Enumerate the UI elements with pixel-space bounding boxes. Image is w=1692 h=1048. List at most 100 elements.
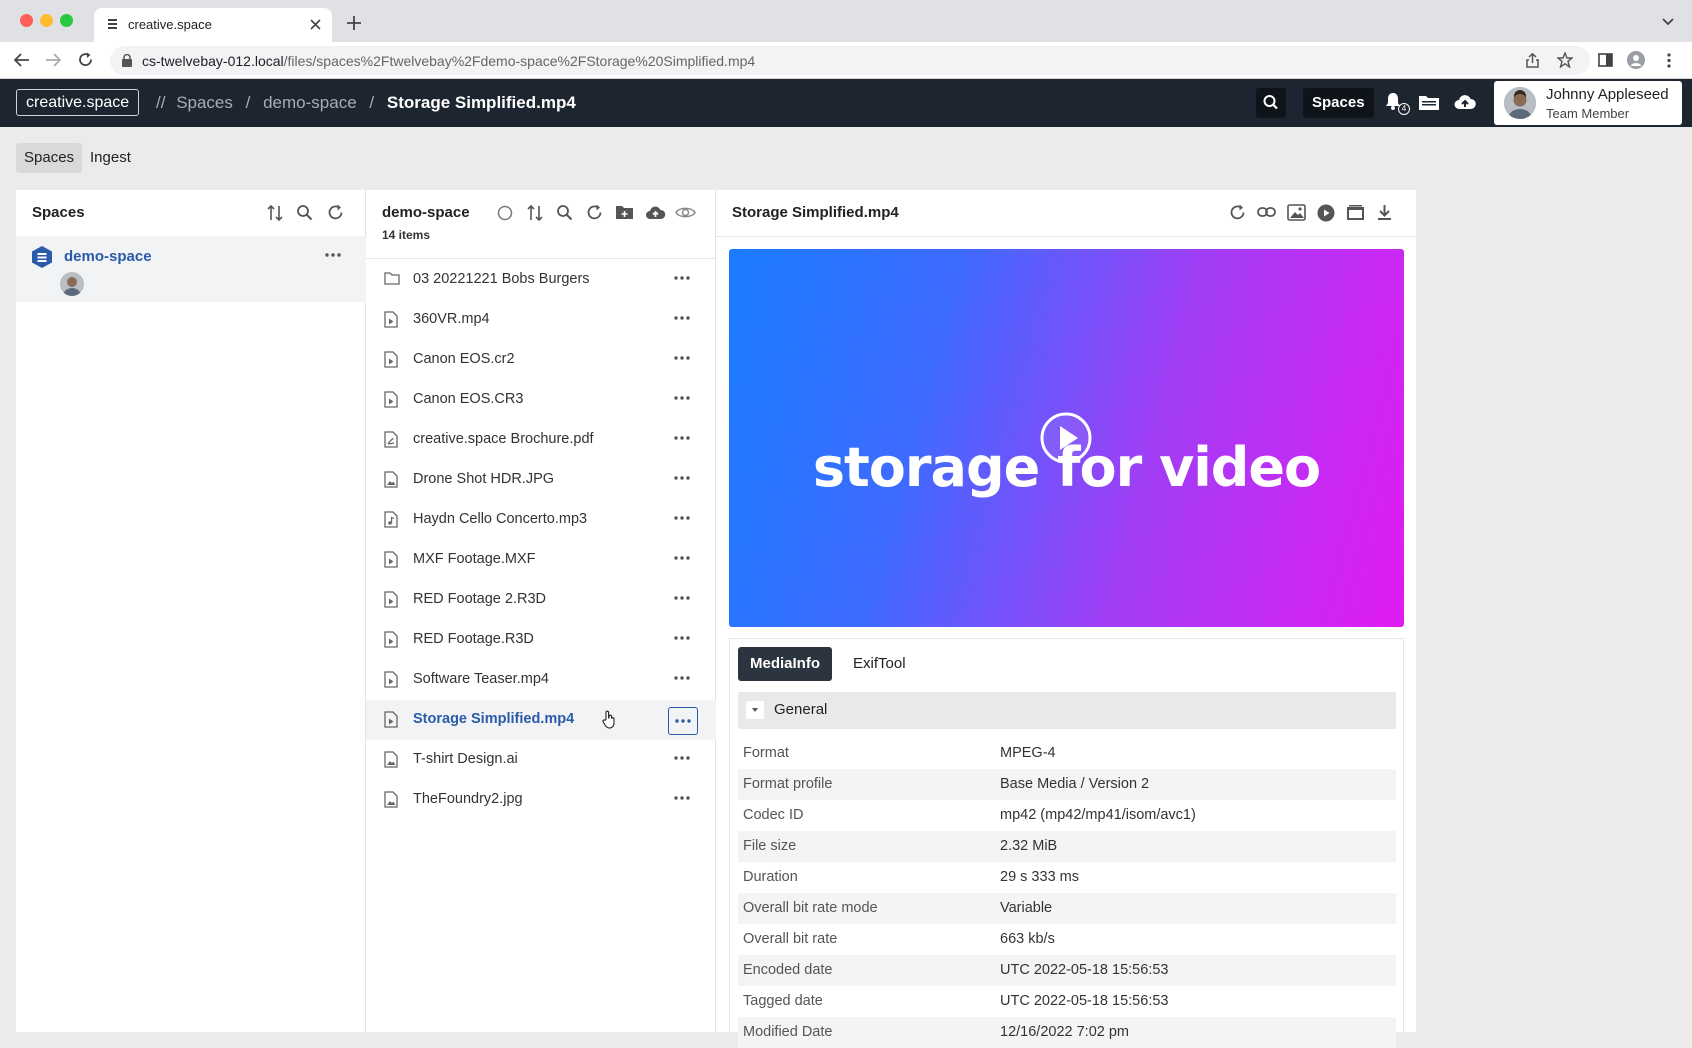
tab-list-chevron-icon[interactable] [1662,18,1674,26]
play-circle-icon[interactable] [1317,204,1335,222]
file-name[interactable]: creative.space Brochure.pdf [413,431,594,447]
space-item-demo-space[interactable]: demo-space [16,236,366,302]
file-row[interactable]: creative.space Brochure.pdf [366,420,716,460]
file-name[interactable]: T-shirt Design.ai [413,751,518,767]
user-menu[interactable]: Johnny Appleseed Team Member [1494,81,1682,125]
file-name[interactable]: Storage Simplified.mp4 [413,711,574,727]
tab-exiftool[interactable]: ExifTool [841,647,918,681]
file-name[interactable]: RED Footage 2.R3D [413,591,546,607]
gallery-icon[interactable] [1346,204,1365,221]
file-more-options-button[interactable] [668,707,698,735]
file-more-options-icon[interactable] [668,635,696,641]
select-all-circle-icon[interactable] [497,205,513,221]
file-row[interactable]: Drone Shot HDR.JPG [366,460,716,500]
file-row[interactable]: TheFoundry2.jpg [366,780,716,820]
file-row[interactable]: 03 20221221 Bobs Burgers [366,260,716,300]
file-row[interactable]: Haydn Cello Concerto.mp3 [366,500,716,540]
eye-icon[interactable] [675,205,696,220]
folder-browser-icon[interactable] [1418,93,1440,111]
space-name[interactable]: demo-space [64,248,152,265]
image-icon[interactable] [1287,204,1306,221]
file-row[interactable]: T-shirt Design.ai [366,740,716,780]
collapse-caret-icon[interactable] [746,701,764,719]
file-more-options-icon[interactable] [668,555,696,561]
space-more-options-icon[interactable] [325,253,341,257]
file-row[interactable]: Canon EOS.cr2 [366,340,716,380]
file-more-options-icon[interactable] [668,675,696,681]
minimize-window-button[interactable] [40,14,53,27]
video-file-icon [384,391,398,408]
file-more-options-icon[interactable] [668,435,696,441]
file-row[interactable]: Software Teaser.mp4 [366,660,716,700]
browser-menu-icon[interactable] [1667,53,1671,68]
video-file-icon [384,591,398,608]
close-window-button[interactable] [20,14,33,27]
file-name[interactable]: TheFoundry2.jpg [413,791,523,807]
tab-ingest[interactable]: Ingest [82,143,139,173]
file-row[interactable]: RED Footage 2.R3D [366,580,716,620]
browser-tab[interactable]: creative.space [94,8,332,42]
file-more-options-icon[interactable] [668,795,696,801]
file-row[interactable]: Canon EOS.CR3 [366,380,716,420]
file-more-options-icon[interactable] [668,755,696,761]
sidebar-icon[interactable] [1598,53,1613,67]
section-general[interactable]: General [738,692,1396,729]
forward-arrow-icon[interactable] [45,53,61,67]
upload-cloud-icon[interactable] [645,205,666,220]
file-name[interactable]: Drone Shot HDR.JPG [413,471,554,487]
refresh-icon[interactable] [1229,204,1246,221]
address-bar[interactable]: cs-twelvebay-012.local/files/spaces%2Ftw… [110,46,1590,75]
file-row[interactable]: RED Footage.R3D [366,620,716,660]
file-row[interactable]: 360VR.mp4 [366,300,716,340]
play-button-icon[interactable] [1040,412,1092,464]
file-name[interactable]: 03 20221221 Bobs Burgers [413,271,590,287]
file-name[interactable]: MXF Footage.MXF [413,551,535,567]
refresh-icon[interactable] [327,204,344,221]
file-more-options-icon[interactable] [668,275,696,281]
file-more-options-icon[interactable] [668,595,696,601]
tab-close-icon[interactable] [310,19,321,30]
search-icon[interactable] [1256,88,1286,118]
metadata-value: UTC 2022-05-18 15:56:53 [1000,962,1169,978]
file-name[interactable]: Haydn Cello Concerto.mp3 [413,511,587,527]
search-icon[interactable] [556,204,573,221]
tab-menu-icon [108,18,118,30]
upload-cloud-icon[interactable] [1454,93,1476,111]
new-folder-icon[interactable] [615,204,634,220]
spaces-button[interactable]: Spaces [1303,88,1374,118]
file-more-options-icon[interactable] [668,475,696,481]
app-logo[interactable]: creative.space [16,89,140,116]
tab-spaces[interactable]: Spaces [16,143,83,173]
back-arrow-icon[interactable] [14,53,30,67]
file-name[interactable]: 360VR.mp4 [413,311,490,327]
breadcrumb-demo-space[interactable]: demo-space [263,93,357,112]
file-row[interactable]: Storage Simplified.mp4 [366,700,716,740]
profile-icon[interactable] [1627,51,1645,69]
tab-mediainfo[interactable]: MediaInfo [738,647,832,681]
file-more-options-icon[interactable] [668,315,696,321]
file-name[interactable]: Canon EOS.CR3 [413,391,523,407]
file-more-options-icon[interactable] [668,515,696,521]
sort-icon[interactable] [526,204,544,222]
file-name[interactable]: Canon EOS.cr2 [413,351,515,367]
file-list: 03 20221221 Bobs Burgers 360VR.mp4 Canon E… [366,260,716,820]
sort-icon[interactable] [266,204,284,222]
search-icon[interactable] [296,204,313,221]
reload-icon[interactable] [78,52,93,67]
file-row[interactable]: MXF Footage.MXF [366,540,716,580]
image-file-icon [384,471,398,488]
download-icon[interactable] [1377,204,1392,221]
file-more-options-icon[interactable] [668,355,696,361]
maximize-window-button[interactable] [60,14,73,27]
file-name[interactable]: Software Teaser.mp4 [413,671,549,687]
refresh-icon[interactable] [586,204,603,221]
link-icon[interactable] [1257,206,1276,218]
video-preview[interactable]: storage for video [729,249,1404,627]
bookmark-star-icon[interactable] [1557,52,1573,68]
member-avatar [60,272,84,296]
new-tab-button[interactable] [347,16,361,30]
breadcrumb-spaces[interactable]: Spaces [176,93,233,112]
file-name[interactable]: RED Footage.R3D [413,631,534,647]
share-icon[interactable] [1526,53,1539,68]
file-more-options-icon[interactable] [668,395,696,401]
